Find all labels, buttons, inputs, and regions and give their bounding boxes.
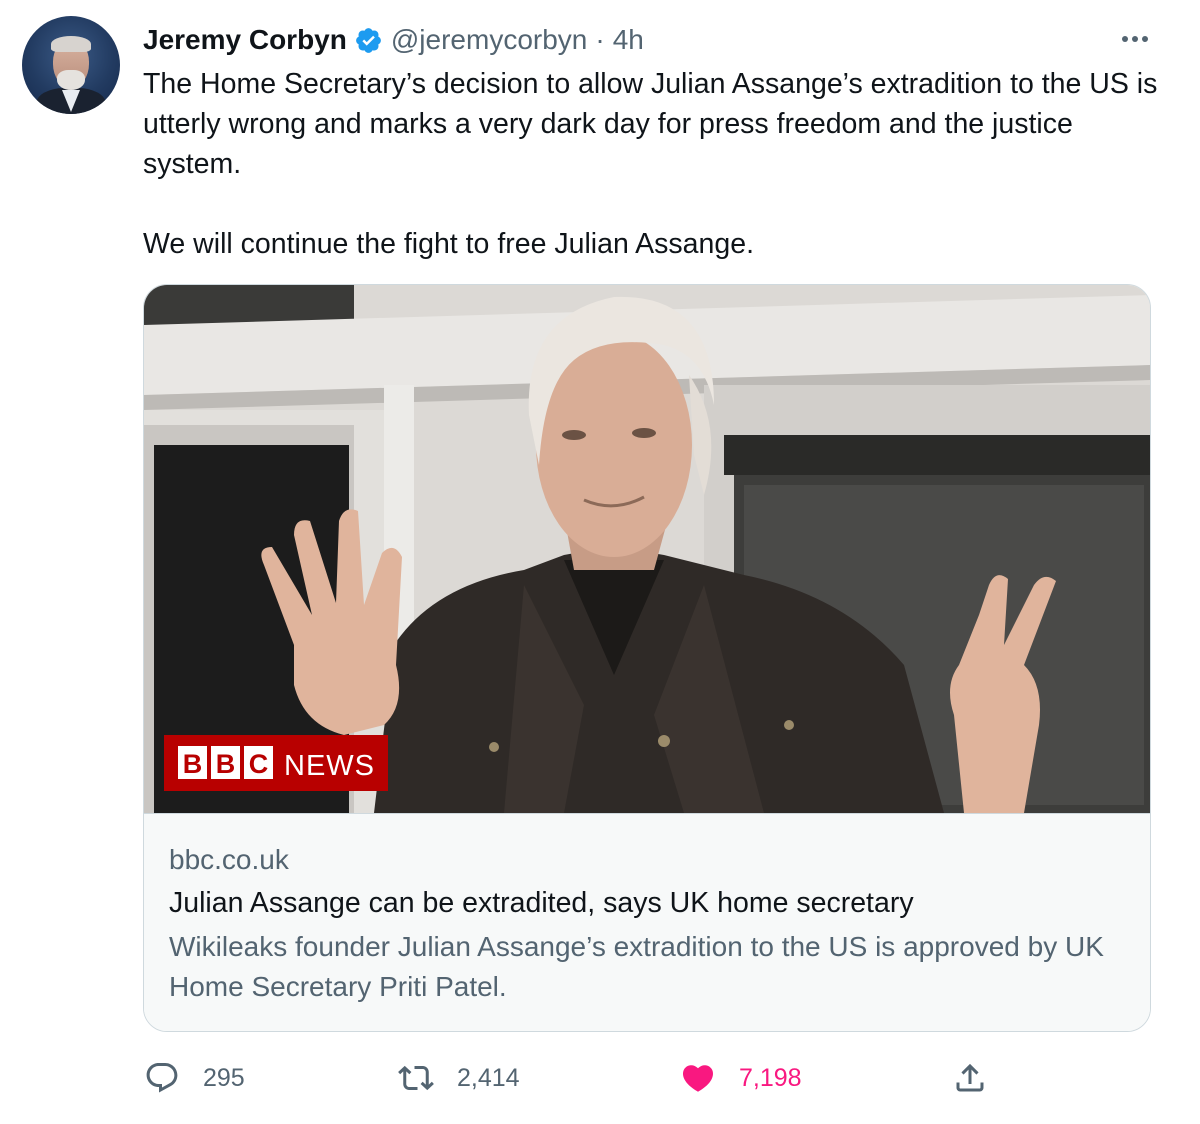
more-options-icon[interactable] xyxy=(1122,26,1148,52)
tweet-paragraph: The Home Secretary’s decision to allow J… xyxy=(143,68,1158,180)
like-button[interactable]: 7,198 xyxy=(680,1058,802,1098)
like-count: 7,198 xyxy=(739,1063,802,1092)
card-meta[interactable]: bbc.co.uk Julian Assange can be extradit… xyxy=(144,813,1150,1031)
tweet-paragraph: We will continue the fight to free Julia… xyxy=(143,228,754,260)
card-description: Wikileaks founder Julian Assange’s extra… xyxy=(169,931,1104,1002)
display-name[interactable]: Jeremy Corbyn xyxy=(143,24,347,56)
card-image[interactable]: B B C NEWS xyxy=(144,285,1150,813)
card-title: Julian Assange can be extradited, says U… xyxy=(169,887,914,919)
card-domain: bbc.co.uk xyxy=(169,844,289,875)
retweet-count: 2,414 xyxy=(457,1063,520,1092)
svg-text:NEWS: NEWS xyxy=(284,750,375,782)
timestamp[interactable]: 4h xyxy=(613,24,644,56)
tweet[interactable]: Jeremy Corbyn @jeremycorbyn · 4h The Hom… xyxy=(0,0,1200,1124)
tweet-header: Jeremy Corbyn @jeremycorbyn · 4h xyxy=(143,20,644,60)
heart-icon xyxy=(682,1065,714,1092)
retweet-icon xyxy=(398,1065,434,1091)
action-bar: 295 2,414 7,198 xyxy=(0,1050,1200,1110)
svg-text:C: C xyxy=(249,749,269,779)
share-button[interactable] xyxy=(952,1058,988,1098)
link-card[interactable]: B B C NEWS bbc.co.uk Julian Assange can … xyxy=(143,284,1151,1032)
reply-count: 295 xyxy=(203,1063,245,1092)
verified-badge-icon xyxy=(355,27,381,53)
reply-button[interactable]: 295 xyxy=(144,1058,245,1098)
retweet-button[interactable]: 2,414 xyxy=(398,1058,520,1098)
svg-text:B: B xyxy=(183,749,203,779)
separator-dot: · xyxy=(595,24,605,55)
share-icon xyxy=(956,1063,984,1092)
avatar[interactable] xyxy=(22,16,120,114)
user-handle[interactable]: @jeremycorbyn xyxy=(391,24,587,56)
bbc-news-logo: B B C NEWS xyxy=(164,735,388,791)
svg-text:B: B xyxy=(216,749,236,779)
tweet-text: The Home Secretary’s decision to allow J… xyxy=(143,64,1163,264)
reply-icon xyxy=(146,1063,178,1093)
